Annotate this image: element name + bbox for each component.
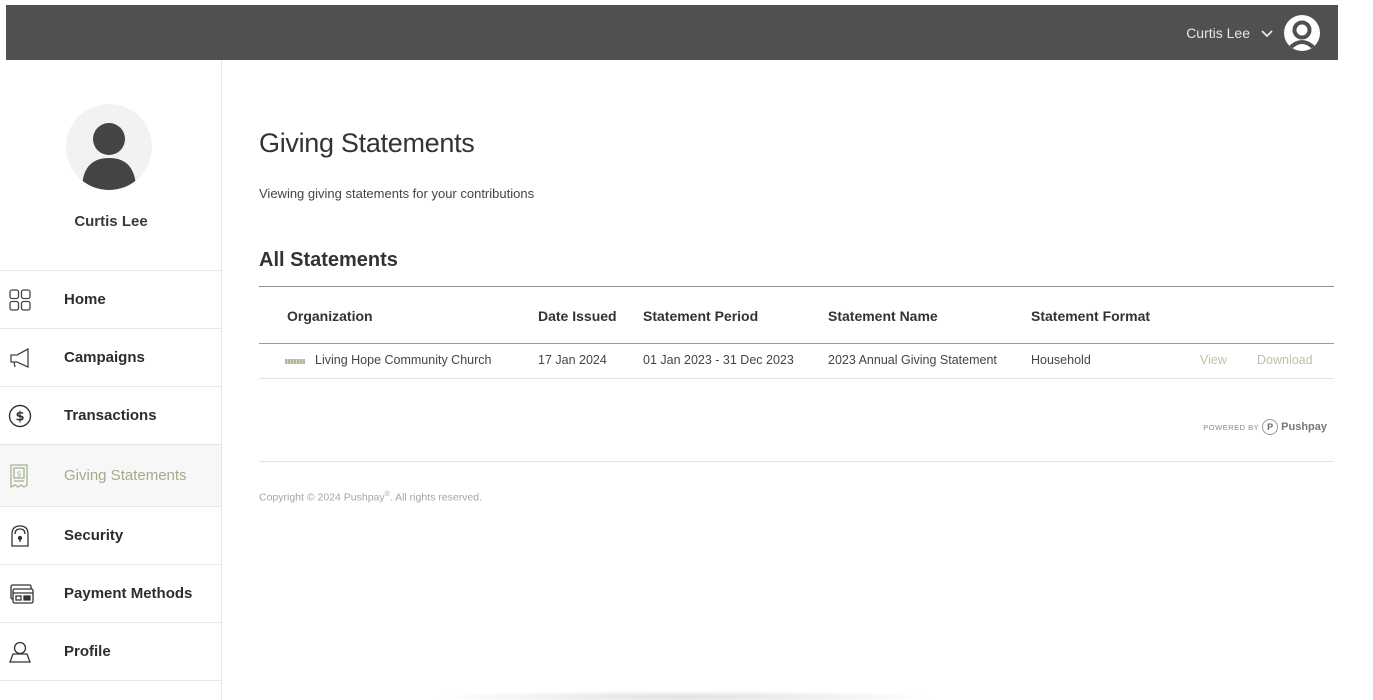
sidebar-item-label: Security — [64, 527, 124, 544]
sidebar-item-payment-methods[interactable]: Payment Methods — [0, 565, 221, 623]
sidebar-item-label: Giving Statements — [64, 467, 187, 484]
svg-text:$: $ — [16, 469, 21, 478]
sidebar-item-label: Campaigns — [64, 349, 145, 366]
chevron-down-icon — [1260, 26, 1274, 40]
sidebar-item-label: Transactions — [64, 407, 157, 424]
column-header-date-issued: Date Issued — [538, 308, 617, 324]
table-header: Organization Date Issued Statement Perio… — [259, 287, 1334, 344]
cell-statement-format: Household — [1031, 353, 1091, 367]
sidebar-item-profile[interactable]: Profile — [0, 623, 221, 681]
download-link[interactable]: Download — [1257, 353, 1313, 367]
sidebar-item-giving-statements[interactable]: $ Giving Statements — [0, 445, 221, 507]
pushpay-logo-icon: P — [1262, 419, 1279, 435]
svg-text:$: $ — [15, 409, 24, 424]
sidebar-item-label: Home — [64, 291, 106, 308]
sidebar: Curtis Lee Home Campaigns $ Transactions — [0, 60, 222, 700]
column-header-statement-name: Statement Name — [828, 308, 938, 324]
cell-statement-period: 01 Jan 2023 - 31 Dec 2023 — [643, 353, 794, 367]
lock-icon — [0, 524, 64, 548]
column-header-organization: Organization — [287, 308, 373, 324]
copyright-text: Copyright © 2024 Pushpay®. All rights re… — [259, 491, 482, 504]
sidebar-item-campaigns[interactable]: Campaigns — [0, 329, 221, 387]
user-menu-name: Curtis Lee — [1186, 25, 1250, 41]
statements-table: Organization Date Issued Statement Perio… — [259, 287, 1334, 379]
column-header-statement-period: Statement Period — [643, 308, 759, 324]
view-link[interactable]: View — [1200, 353, 1227, 367]
table-row: Living Hope Community Church 17 Jan 2024… — [259, 344, 1334, 379]
sidebar-item-label: Payment Methods — [64, 585, 193, 602]
section-title: All Statements — [259, 249, 398, 271]
megaphone-icon — [0, 346, 64, 370]
page-title: Giving Statements — [259, 128, 475, 158]
sidebar-item-label: Profile — [64, 643, 111, 660]
scroll-shadow — [430, 690, 940, 700]
pushpay-brand: Pushpay — [1281, 421, 1327, 433]
sidebar-item-transactions[interactable]: $ Transactions — [0, 387, 221, 445]
person-icon — [0, 640, 64, 664]
profile-avatar-icon — [66, 104, 152, 190]
powered-by-pushpay[interactable]: POWERED BY P Pushpay — [1203, 419, 1327, 435]
sidebar-item-security[interactable]: Security — [0, 507, 221, 565]
divider — [259, 461, 1334, 462]
copyright-prefix: Copyright © 2024 Pushpay — [259, 491, 385, 504]
user-avatar-icon[interactable] — [1284, 15, 1320, 51]
cell-organization: Living Hope Community Church — [315, 353, 492, 367]
organization-logo — [285, 359, 305, 364]
receipt-icon: $ — [0, 463, 64, 489]
powered-by-text: POWERED BY — [1203, 422, 1260, 432]
copyright-suffix: . All rights reserved. — [389, 491, 483, 504]
user-menu[interactable]: Curtis Lee — [1186, 15, 1320, 51]
profile-card: Curtis Lee — [0, 60, 221, 271]
cell-statement-name: 2023 Annual Giving Statement — [828, 353, 997, 367]
credit-card-icon — [0, 583, 64, 605]
dollar-circle-icon: $ — [0, 404, 64, 428]
column-header-statement-format: Statement Format — [1031, 308, 1151, 324]
page-subtitle: Viewing giving statements for your contr… — [259, 186, 535, 201]
sidebar-item-home[interactable]: Home — [0, 271, 221, 329]
profile-name: Curtis Lee — [74, 213, 148, 230]
grid-icon — [0, 288, 64, 312]
top-bar: Curtis Lee — [6, 5, 1338, 60]
cell-date-issued: 17 Jan 2024 — [538, 353, 607, 367]
